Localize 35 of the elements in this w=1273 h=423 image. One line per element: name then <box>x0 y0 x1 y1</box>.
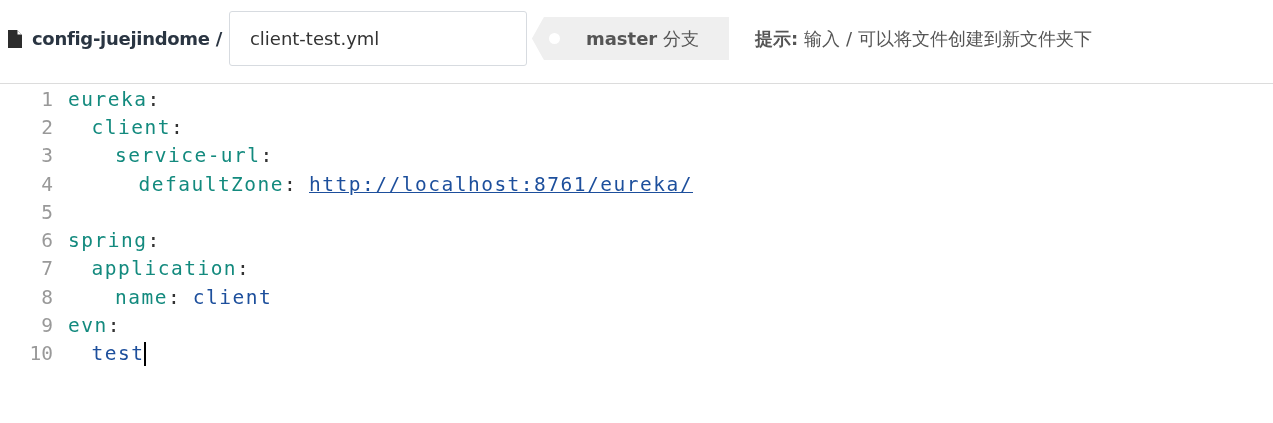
code-key: evn <box>68 314 108 337</box>
code-colon: : <box>147 229 161 253</box>
code-colon: : <box>147 87 161 111</box>
code-colon: : <box>284 172 298 196</box>
code-colon: : <box>167 285 182 309</box>
line-number: 1 <box>40 87 54 111</box>
code-link[interactable]: http://localhost:8761/eureka/ <box>309 172 693 196</box>
code-key: application <box>91 257 238 281</box>
line-number: 7 <box>40 257 54 281</box>
code-colon: : <box>170 115 185 139</box>
code-value: test <box>91 342 145 366</box>
line-number: 5 <box>40 200 54 224</box>
code-key: eureka <box>68 87 148 111</box>
code-colon: : <box>260 144 274 168</box>
filename-field[interactable]: client-test.yml <box>228 11 527 66</box>
code-value: client <box>192 285 273 309</box>
hint-label: 提示: <box>754 26 799 51</box>
line-number: 9 <box>40 314 54 337</box>
line-number: 3 <box>40 144 54 168</box>
line-number: 10 <box>28 342 54 366</box>
code-key: spring <box>68 229 148 253</box>
code-key: defaultZone <box>138 172 285 196</box>
line-number: 4 <box>40 172 54 196</box>
file-icon <box>8 29 22 48</box>
code-key: name <box>114 285 168 309</box>
branch-tag: master 分支 <box>531 17 729 60</box>
code-colon: : <box>107 314 121 337</box>
code-key: service-url <box>114 144 261 168</box>
line-number: 6 <box>40 229 54 253</box>
repo-path[interactable]: config-juejindome / <box>32 28 222 49</box>
code-key: client <box>91 115 171 139</box>
hint-text: 输入 / 可以将文件创建到新文件夹下 <box>804 26 1092 51</box>
line-number: 8 <box>40 285 54 309</box>
code-colon: : <box>237 257 251 281</box>
line-number: 2 <box>40 115 54 139</box>
